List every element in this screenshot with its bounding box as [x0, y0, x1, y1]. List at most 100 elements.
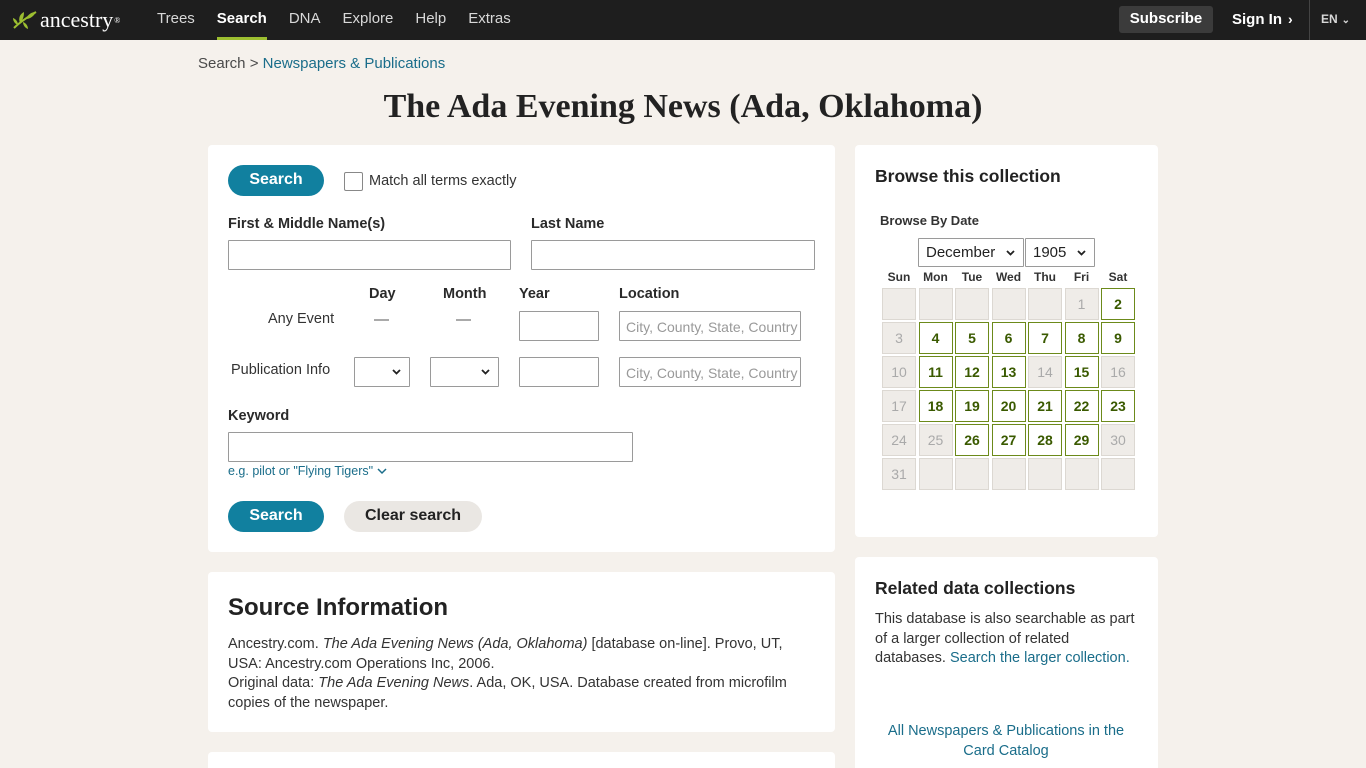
browse-by-date-label: Browse By Date — [880, 213, 979, 228]
calendar-day: 31 — [882, 458, 916, 490]
nav-help[interactable]: Help — [404, 0, 457, 40]
card-catalog-link-wrap: All Newspapers & Publications in the Car… — [875, 722, 1137, 761]
browse-year-select[interactable]: 1905 — [1025, 238, 1095, 267]
calendar-day[interactable]: 19 — [955, 390, 989, 422]
calendar-day[interactable]: 20 — [991, 390, 1026, 422]
month-dash: — — [456, 311, 471, 328]
nav-search[interactable]: Search — [206, 0, 278, 40]
keyword-hint-text: e.g. pilot or "Flying Tigers" — [228, 464, 374, 478]
match-exact-checkbox[interactable] — [344, 172, 363, 191]
logo-trademark: ® — [114, 15, 121, 25]
clear-search-button[interactable]: Clear search — [344, 501, 482, 532]
publication-day-select[interactable] — [354, 357, 410, 387]
top-nav: ancestry ® Trees Search DNA Explore Help … — [0, 0, 1366, 40]
calendar-empty-cell — [882, 288, 916, 320]
calendar-day[interactable]: 9 — [1101, 322, 1135, 354]
calendar-day[interactable]: 6 — [991, 322, 1026, 354]
search-larger-collection-link[interactable]: Search the larger collection. — [950, 650, 1130, 666]
any-event-location-input[interactable]: City, County, State, Country — [619, 311, 801, 341]
breadcrumb-current[interactable]: Newspapers & Publications — [263, 55, 446, 72]
calendar-day[interactable]: 13 — [991, 356, 1026, 388]
calendar-day[interactable]: 28 — [1028, 424, 1062, 456]
calendar-empty-cell — [1064, 458, 1099, 490]
any-event-year-input[interactable] — [519, 311, 599, 341]
calendar-empty-cell — [1028, 458, 1062, 490]
publication-location-input[interactable]: City, County, State, Country — [619, 357, 801, 387]
calendar-day[interactable]: 15 — [1064, 356, 1099, 388]
chevron-right-icon: › — [1288, 11, 1293, 27]
last-name-input[interactable] — [531, 240, 815, 270]
logo-text: ancestry — [40, 7, 114, 32]
month-label: Month — [443, 286, 487, 302]
keyword-input[interactable] — [228, 432, 633, 462]
calendar-day: 10 — [882, 356, 916, 388]
language-selector[interactable]: EN ⌄ — [1321, 0, 1350, 40]
day-label: Day — [369, 286, 396, 302]
publication-month-select[interactable] — [430, 357, 499, 387]
calendar-day[interactable]: 4 — [918, 322, 953, 354]
calendar-empty-cell — [955, 458, 989, 490]
day-dash: — — [374, 311, 389, 328]
publication-year-input[interactable] — [519, 357, 599, 387]
chevron-down-icon — [1006, 250, 1015, 256]
calendar-day[interactable]: 11 — [918, 356, 953, 388]
page-title: The Ada Evening News (Ada, Oklahoma) — [383, 88, 983, 125]
source-line1-title: The Ada Evening News (Ada, Oklahoma) — [322, 636, 588, 652]
nav-extras[interactable]: Extras — [457, 0, 522, 40]
calendar-weekday: Mon — [923, 270, 948, 284]
last-name-label: Last Name — [531, 216, 605, 232]
match-exact-label: Match all terms exactly — [369, 173, 517, 189]
nav-divider — [1309, 0, 1310, 40]
breadcrumb-root[interactable]: Search — [198, 55, 246, 72]
sign-in-button[interactable]: Sign In › — [1232, 0, 1293, 40]
calendar-day[interactable]: 12 — [955, 356, 989, 388]
source-line2-title: The Ada Evening News — [318, 675, 470, 691]
nav-dna[interactable]: DNA — [278, 0, 332, 40]
calendar-weekday: Fri — [1073, 270, 1090, 284]
breadcrumb-separator: > — [249, 55, 259, 72]
calendar-day: 14 — [1028, 356, 1062, 388]
nav-links: Trees Search DNA Explore Help Extras — [146, 0, 522, 40]
browse-title: Browse this collection — [875, 166, 1061, 186]
language-label: EN — [1321, 12, 1338, 26]
calendar-empty-cell — [991, 288, 1026, 320]
calendar-day[interactable]: 8 — [1064, 322, 1099, 354]
calendar-day[interactable]: 26 — [955, 424, 989, 456]
calendar-weekday: Thu — [1034, 270, 1056, 284]
calendar-day[interactable]: 29 — [1064, 424, 1099, 456]
search-button[interactable]: Search — [228, 501, 324, 532]
calendar-day[interactable]: 22 — [1064, 390, 1099, 422]
additional-card — [208, 752, 835, 768]
calendar-day: 24 — [882, 424, 916, 456]
leaf-icon — [13, 11, 37, 29]
calendar-day[interactable]: 18 — [918, 390, 953, 422]
chevron-down-icon — [392, 369, 401, 375]
breadcrumb: Search > Newspapers & Publications — [198, 55, 445, 72]
nav-trees[interactable]: Trees — [146, 0, 206, 40]
card-catalog-link[interactable]: All Newspapers & Publications in the Car… — [888, 723, 1124, 759]
related-title: Related data collections — [875, 578, 1076, 598]
nav-explore[interactable]: Explore — [332, 0, 405, 40]
calendar-day[interactable]: 27 — [991, 424, 1026, 456]
calendar-day[interactable]: 5 — [955, 322, 989, 354]
search-button-top[interactable]: Search — [228, 165, 324, 196]
source-line1-a: Ancestry.com. — [228, 636, 323, 652]
source-title: Source Information — [228, 594, 449, 621]
keyword-hint-toggle[interactable]: e.g. pilot or "Flying Tigers" — [228, 464, 387, 478]
location-label: Location — [619, 286, 680, 302]
ancestry-logo[interactable]: ancestry ® — [12, 7, 120, 33]
calendar-day[interactable]: 21 — [1028, 390, 1062, 422]
calendar-day[interactable]: 7 — [1028, 322, 1062, 354]
browse-month-select[interactable]: December — [918, 238, 1024, 267]
calendar-empty-cell — [918, 458, 953, 490]
calendar-day[interactable]: 23 — [1101, 390, 1135, 422]
browse-month-value: December — [926, 244, 996, 261]
calendar-day: 30 — [1101, 424, 1135, 456]
chevron-down-icon — [1077, 250, 1086, 256]
first-name-input[interactable] — [228, 240, 511, 270]
publication-info-label: Publication Info — [231, 362, 331, 378]
subscribe-button[interactable]: Subscribe — [1119, 6, 1213, 33]
calendar-day: 3 — [882, 322, 916, 354]
calendar-day[interactable]: 2 — [1101, 288, 1135, 320]
chevron-down-icon — [481, 369, 490, 375]
